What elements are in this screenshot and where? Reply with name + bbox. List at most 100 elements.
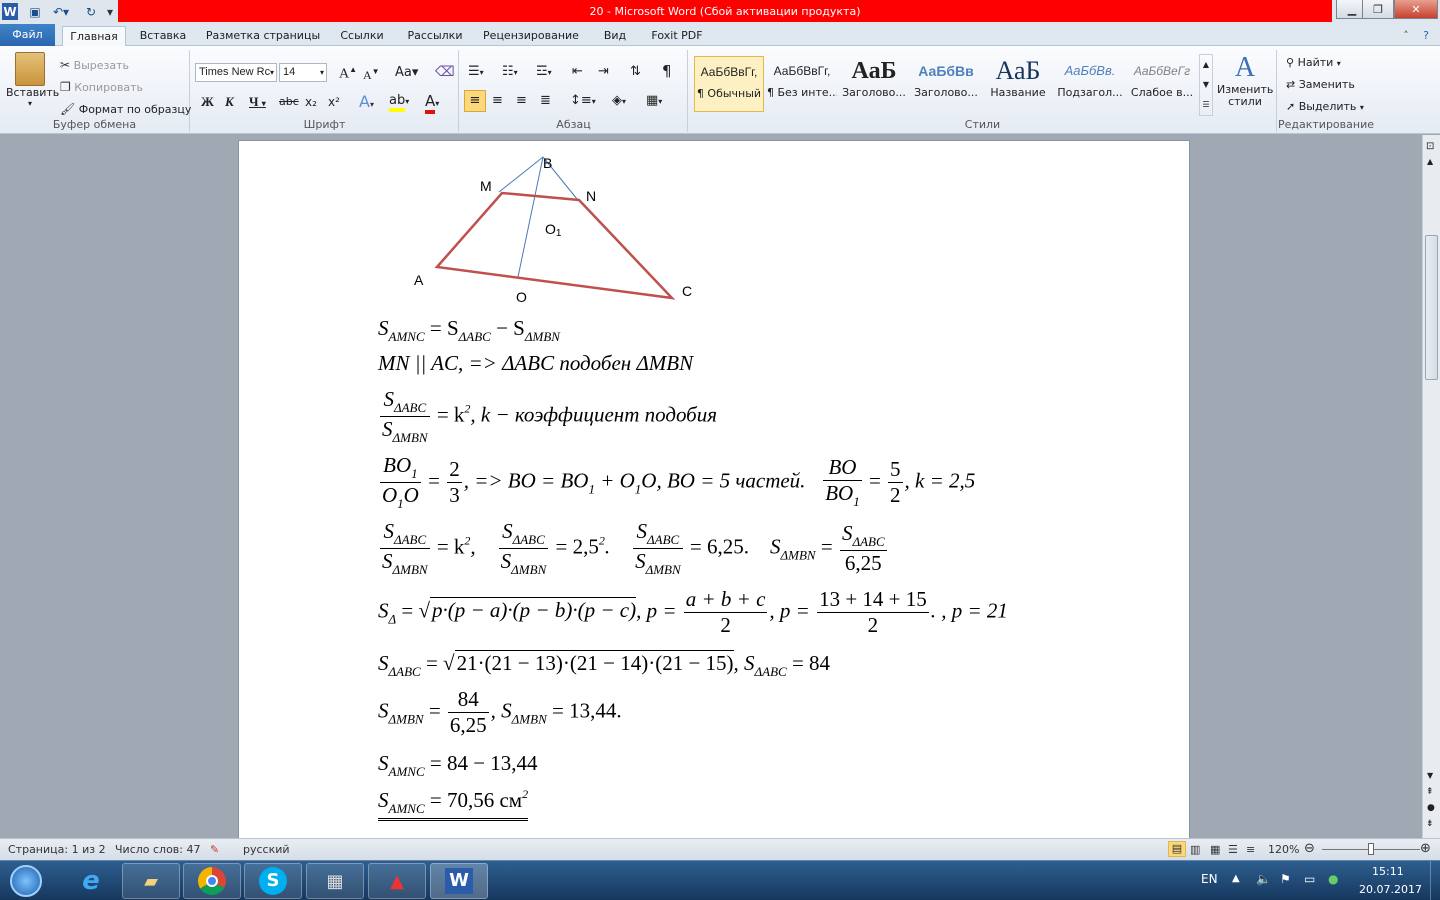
- browse-object-icon[interactable]: ●: [1427, 803, 1435, 813]
- start-button[interactable]: [2, 863, 50, 899]
- format-painter-button[interactable]: 🖌 Формат по образцу: [60, 102, 191, 116]
- close-button[interactable]: ✕: [1394, 0, 1438, 19]
- previous-page-icon[interactable]: ⇞: [1426, 787, 1434, 797]
- font-name-dropdown[interactable]: Times New Rc ▾: [195, 63, 277, 82]
- scroll-up-icon[interactable]: ▲: [1427, 157, 1433, 166]
- battery-icon[interactable]: ●: [1328, 872, 1338, 886]
- internet-explorer-icon[interactable]: e: [62, 863, 120, 899]
- chrome-icon[interactable]: [183, 863, 241, 899]
- undo-icon[interactable]: ↶▾: [50, 3, 72, 20]
- maximize-button[interactable]: ❐: [1362, 0, 1394, 19]
- input-language[interactable]: EN: [1201, 872, 1218, 886]
- superscript-button[interactable]: x²: [328, 95, 340, 109]
- show-hidden-icons[interactable]: ▲: [1232, 873, 1240, 884]
- volume-icon[interactable]: 🔈: [1256, 872, 1271, 886]
- style-no-spacing[interactable]: АаБбВвГг, ¶ Без инте...: [767, 56, 837, 112]
- proofing-icon[interactable]: ✎: [210, 843, 219, 856]
- font-color-button[interactable]: A▾: [425, 92, 439, 114]
- tab-references[interactable]: Ссылки: [334, 26, 390, 46]
- style-title[interactable]: АаБ Название: [983, 56, 1053, 112]
- tab-foxit-pdf[interactable]: Foxit PDF: [646, 26, 708, 46]
- tab-insert[interactable]: Вставка: [134, 26, 192, 46]
- skype-icon[interactable]: S: [244, 863, 302, 899]
- tab-file[interactable]: Файл: [0, 24, 55, 46]
- align-center-icon[interactable]: ≡: [492, 93, 503, 108]
- collapse-ribbon-icon[interactable]: ˄: [1398, 26, 1414, 46]
- justify-icon[interactable]: ≣: [540, 93, 551, 108]
- network-icon[interactable]: ▭: [1304, 872, 1315, 886]
- bullets-button[interactable]: ☰▾: [468, 64, 484, 79]
- word-app-icon[interactable]: W: [2, 3, 18, 20]
- language[interactable]: русский: [243, 843, 290, 856]
- tab-review[interactable]: Рецензирование: [478, 26, 584, 46]
- style-normal[interactable]: АаБбВвГг, ¶ Обычный: [694, 56, 764, 112]
- replace-button[interactable]: ⇄ Заменить: [1286, 78, 1355, 91]
- print-layout-icon[interactable]: ▤: [1168, 841, 1186, 857]
- next-page-icon[interactable]: ⇟: [1426, 819, 1434, 829]
- underline-button[interactable]: Ч ▾: [249, 94, 266, 110]
- style-subtle-emphasis[interactable]: АаБбВеГг Слабое в...: [1127, 56, 1197, 112]
- strikethrough-button[interactable]: abc: [279, 95, 299, 108]
- calculator-icon[interactable]: ▦: [306, 863, 364, 899]
- zoom-out-icon[interactable]: ⊖: [1304, 841, 1315, 856]
- help-icon[interactable]: ?: [1418, 26, 1434, 46]
- zoom-in-icon[interactable]: ⊕: [1420, 841, 1431, 856]
- italic-button[interactable]: К: [225, 94, 234, 110]
- word-count[interactable]: Число слов: 47: [115, 843, 201, 856]
- shading-button[interactable]: ◈▾: [612, 93, 626, 108]
- style-heading-2[interactable]: АаБбВв Заголово...: [911, 56, 981, 112]
- outline-icon[interactable]: ☰: [1228, 843, 1238, 856]
- select-button[interactable]: ➚ Выделить ▾: [1286, 100, 1364, 113]
- paste-button[interactable]: Вставить ▾: [6, 52, 59, 108]
- show-marks-icon[interactable]: ¶: [662, 62, 672, 80]
- bold-button[interactable]: Ж: [201, 94, 214, 110]
- show-desktop-button[interactable]: [1430, 861, 1440, 900]
- font-size-dropdown[interactable]: 14 ▾: [279, 63, 327, 82]
- subscript-button[interactable]: x₂: [305, 95, 317, 109]
- full-screen-reading-icon[interactable]: ▥: [1190, 843, 1200, 856]
- flag-icon[interactable]: ⚑: [1280, 872, 1291, 886]
- change-case-button[interactable]: Aa▾: [395, 65, 418, 80]
- tab-mailings[interactable]: Рассылки: [400, 26, 470, 46]
- borders-button[interactable]: ▦▾: [646, 93, 662, 108]
- ruler-toggle-icon[interactable]: ⊡: [1426, 141, 1434, 152]
- increase-indent-icon[interactable]: ⇥: [598, 64, 609, 79]
- geogebra-icon[interactable]: ▲: [368, 863, 426, 899]
- align-left-icon[interactable]: ≡: [464, 90, 486, 112]
- page-count[interactable]: Страница: 1 из 2: [8, 843, 106, 856]
- copy-button[interactable]: ❐ Копировать: [60, 80, 143, 94]
- text-effects-button[interactable]: A▾: [359, 92, 374, 111]
- tab-page-layout[interactable]: Разметка страницы: [202, 26, 324, 46]
- clear-formatting-icon[interactable]: ⌫: [435, 64, 455, 80]
- multilevel-list-button[interactable]: ☲▾: [536, 64, 552, 79]
- scroll-down-icon[interactable]: ▼: [1427, 771, 1433, 780]
- align-right-icon[interactable]: ≡: [516, 93, 527, 108]
- document-page[interactable]: B M N O1 A O C SAMNC = SΔABC − SΔMBN MN …: [238, 140, 1190, 838]
- tab-view[interactable]: Вид: [594, 26, 636, 46]
- web-layout-icon[interactable]: ▦: [1210, 843, 1220, 856]
- redo-icon[interactable]: ↻: [82, 3, 100, 20]
- explorer-icon[interactable]: ▰: [122, 863, 180, 899]
- numbering-button[interactable]: ☷▾: [502, 64, 518, 79]
- styles-scroll[interactable]: ▲ ▼ ☰: [1199, 54, 1213, 116]
- clock-time[interactable]: 15:11: [1372, 865, 1404, 878]
- shrink-font-button[interactable]: A▼: [363, 67, 380, 83]
- zoom-level[interactable]: 120%: [1268, 843, 1299, 856]
- draft-icon[interactable]: ≡: [1246, 843, 1255, 856]
- style-subtitle[interactable]: АаБбВв. Подзагол...: [1055, 56, 1125, 112]
- highlight-button[interactable]: ab▾: [389, 93, 409, 112]
- scroll-thumb[interactable]: [1425, 235, 1438, 380]
- cut-button[interactable]: ✂ Вырезать: [60, 58, 129, 72]
- line-spacing-button[interactable]: ↕≡▾: [570, 93, 596, 108]
- change-styles-button[interactable]: A Изменить стили: [1217, 52, 1273, 108]
- grow-font-button[interactable]: A▲: [339, 65, 357, 83]
- decrease-indent-icon[interactable]: ⇤: [572, 64, 583, 79]
- word-taskbar-icon[interactable]: W: [430, 863, 488, 899]
- style-heading-1[interactable]: АаБ Заголово...: [839, 56, 909, 112]
- find-button[interactable]: ⚲ Найти ▾: [1286, 56, 1341, 69]
- customize-toolbar-icon[interactable]: ▾: [104, 3, 116, 20]
- tab-home[interactable]: Главная: [62, 26, 126, 47]
- save-icon[interactable]: ▣: [26, 3, 44, 20]
- clock-date[interactable]: 20.07.2017: [1359, 883, 1422, 896]
- zoom-slider-thumb[interactable]: [1368, 843, 1374, 855]
